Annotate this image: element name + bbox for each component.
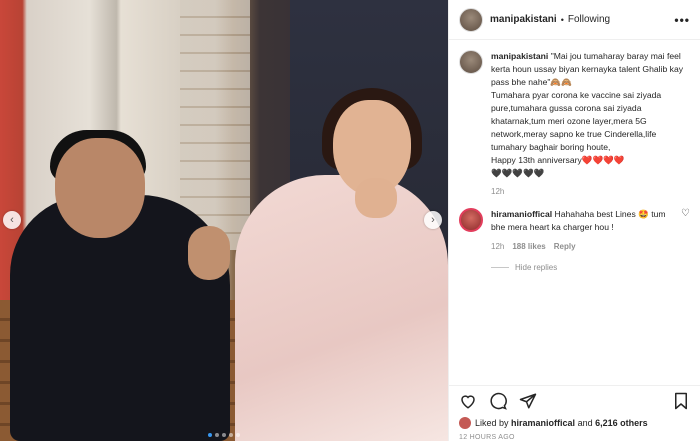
instagram-post: ‹ › manipakistani • Following ••• manipa… — [0, 0, 700, 441]
avatar[interactable] — [459, 208, 483, 232]
photo-man-hand — [188, 226, 230, 280]
avatar[interactable] — [459, 50, 483, 74]
post-timestamp: 12 HOURS AGO — [459, 434, 515, 441]
caption-time: 12h — [491, 187, 505, 196]
caption-text: manipakistani "Mai jou tumaharay baray m… — [491, 50, 690, 180]
caption-username[interactable]: manipakistani — [491, 51, 548, 61]
header-username[interactable]: manipakistani — [490, 14, 557, 25]
like-comment-icon[interactable]: ♡ — [681, 208, 690, 234]
comment-text: hiramanioffical Hahahaha best Lines 🤩 tu… — [491, 208, 681, 234]
heart-icon[interactable] — [459, 392, 477, 410]
caption-line-3: Happy 13th anniversary❤️❤️❤️❤️ — [491, 155, 625, 165]
header-separator: • — [560, 14, 564, 25]
follow-button[interactable]: Following — [568, 14, 610, 25]
carousel-dot — [215, 433, 219, 437]
comment-meta: 12h 188 likes Reply — [491, 242, 690, 251]
liked-by-prefix: Liked by — [475, 418, 509, 428]
reply-button[interactable]: Reply — [554, 242, 576, 251]
chevron-right-icon[interactable]: › — [424, 211, 442, 229]
divider — [491, 267, 509, 268]
carousel-dot — [208, 433, 212, 437]
post-sidebar: manipakistani • Following ••• manipakist… — [448, 0, 700, 441]
carousel-dot — [222, 433, 226, 437]
photo-woman-hands — [355, 178, 397, 218]
avatar[interactable] — [459, 7, 483, 32]
caption: manipakistani "Mai jou tumaharay baray m… — [459, 50, 690, 180]
comment-icon[interactable] — [489, 392, 507, 410]
comment-time: 12h — [491, 242, 505, 251]
liked-by-conj: and — [577, 418, 593, 428]
carousel-dot — [236, 433, 240, 437]
chevron-left-icon[interactable]: ‹ — [3, 211, 21, 229]
comment: hiramanioffical Hahahaha best Lines 🤩 tu… — [459, 208, 690, 234]
bookmark-icon[interactable] — [672, 392, 690, 410]
carousel-dots — [0, 433, 448, 437]
comment-likes[interactable]: 188 likes — [512, 242, 545, 251]
liked-by-others[interactable]: 6,216 others — [595, 418, 648, 428]
more-options-icon[interactable]: ••• — [674, 13, 690, 27]
caption-line-2: Tumahara pyar corona ke vaccine sai ziya… — [491, 90, 662, 152]
post-media[interactable]: ‹ › — [0, 0, 448, 441]
post-header: manipakistani • Following ••• — [449, 0, 700, 40]
caption-line-4: 🖤🖤🖤🖤🖤 — [491, 168, 545, 178]
comments-section: manipakistani "Mai jou tumaharay baray m… — [449, 40, 700, 385]
photo-woman — [235, 175, 448, 441]
avatar — [459, 417, 471, 429]
hide-replies-label[interactable]: Hide replies — [515, 263, 557, 272]
hide-replies[interactable]: Hide replies — [491, 263, 690, 272]
liked-by-user[interactable]: hiramanioffical — [511, 418, 575, 428]
action-bar — [449, 385, 700, 415]
carousel-dot — [229, 433, 233, 437]
likes-summary: Liked by hiramanioffical and 6,216 other… — [449, 415, 700, 431]
comment-username[interactable]: hiramanioffical — [491, 209, 552, 219]
share-icon[interactable] — [519, 392, 537, 410]
photo-man-head — [55, 138, 145, 238]
